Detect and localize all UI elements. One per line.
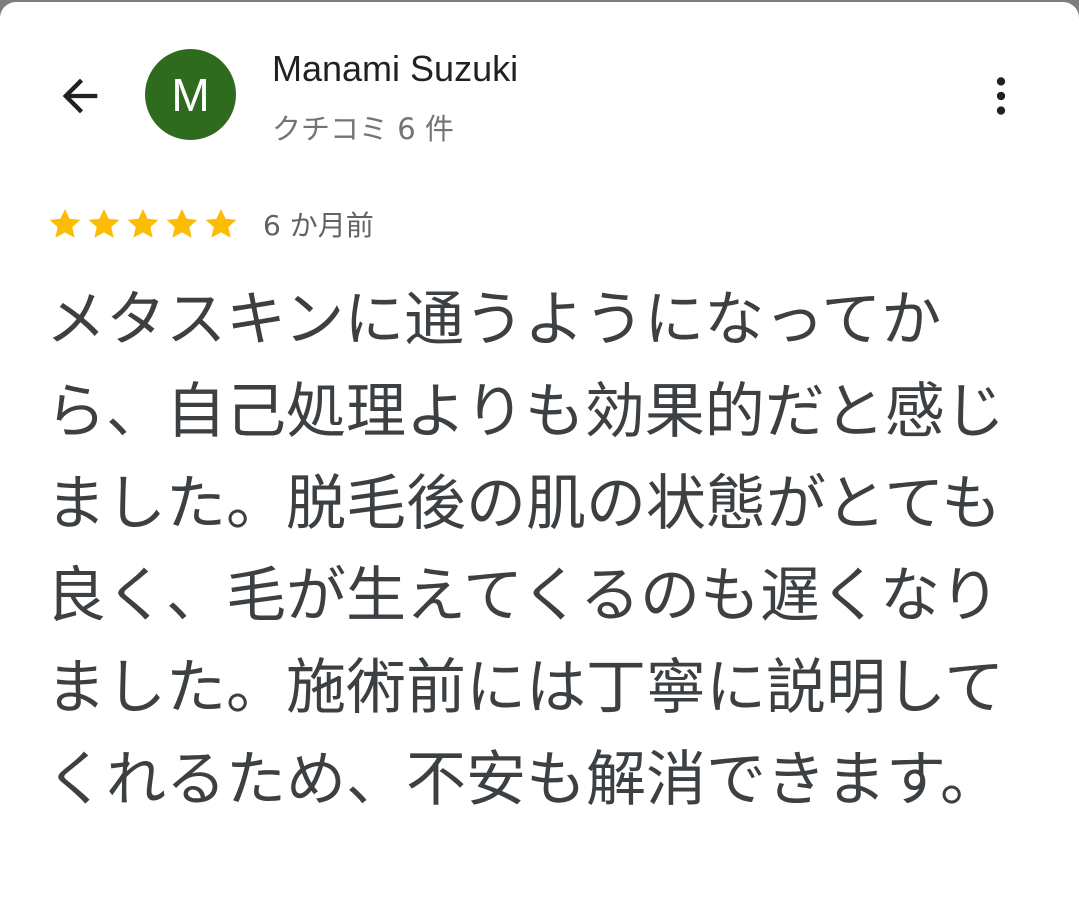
star-icon [49, 208, 81, 238]
avatar-initial: M [171, 68, 210, 121]
rating-row: 6 か月前 [46, 202, 374, 246]
star-rating [46, 205, 241, 243]
more-vert-icon [996, 77, 1006, 115]
back-button[interactable] [44, 60, 116, 132]
review-text: メタスキンに通うようになってから、自己処理よりも効果的だと感じました。脱毛後の肌… [46, 285, 1005, 815]
review-card: M Manami Suzuki クチコミ 6 件 6 か月前 メタスキンに通うよ… [0, 2, 1079, 920]
avatar[interactable]: M [145, 49, 236, 140]
more-options-button[interactable] [976, 66, 1026, 126]
star-icon [127, 208, 159, 238]
star-icon [166, 208, 198, 238]
author-review-count[interactable]: クチコミ 6 件 [272, 106, 454, 148]
arrow-back-icon [62, 78, 98, 114]
author-name[interactable]: Manami Suzuki [272, 48, 518, 90]
star-icon [205, 208, 237, 238]
star-icon [88, 208, 120, 238]
review-date: 6 か月前 [263, 209, 374, 242]
